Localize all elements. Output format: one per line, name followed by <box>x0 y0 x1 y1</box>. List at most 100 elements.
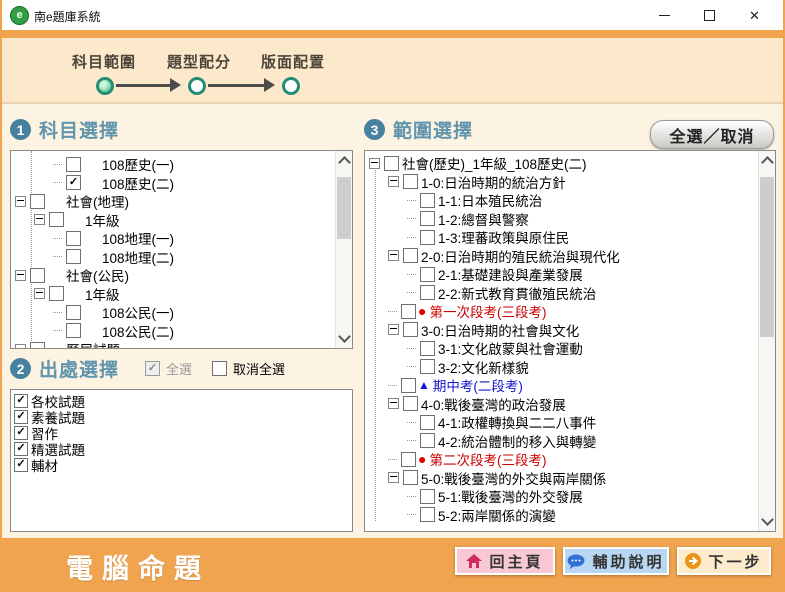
expand-minus-icon[interactable] <box>388 472 399 483</box>
node-checkbox[interactable] <box>420 359 435 374</box>
help-button[interactable]: 輔助說明 <box>563 547 669 575</box>
tree-row[interactable]: 3-1:文化啟蒙與社會運動 <box>365 339 775 358</box>
node-checkbox[interactable] <box>401 452 416 467</box>
tree-row[interactable]: 108地理(二) <box>11 248 352 267</box>
node-checkbox[interactable] <box>420 489 435 504</box>
expand-minus-icon[interactable] <box>15 344 26 349</box>
home-button[interactable]: 回主頁 <box>455 547 555 575</box>
node-checkbox[interactable] <box>420 193 435 208</box>
scrollbar-thumb[interactable] <box>337 177 351 239</box>
tree-row[interactable]: ▲期中考(二段考) <box>365 376 775 395</box>
step-circle-3[interactable] <box>282 77 300 95</box>
node-checkbox[interactable] <box>403 322 418 337</box>
node-checkbox[interactable] <box>403 470 418 485</box>
item-checkbox[interactable]: ✓ <box>14 426 28 440</box>
node-checkbox[interactable] <box>420 230 435 245</box>
tree-row[interactable]: ✓108歷史(二) <box>11 174 352 193</box>
tree-row[interactable]: 2-1:基礎建設與產業發展 <box>365 265 775 284</box>
scroll-up-icon[interactable] <box>338 156 351 169</box>
expand-minus-icon[interactable] <box>388 324 399 335</box>
tree-row[interactable]: 2-2:新式教育貫徹殖民統治 <box>365 284 775 303</box>
tree-row[interactable]: 108公民(一) <box>11 303 352 322</box>
node-checkbox[interactable] <box>403 174 418 189</box>
node-checkbox[interactable] <box>66 157 81 172</box>
deselect-all-checkbox[interactable] <box>212 361 227 376</box>
node-checkbox[interactable] <box>30 268 45 283</box>
node-checkbox[interactable] <box>420 507 435 522</box>
node-checkbox[interactable] <box>49 286 64 301</box>
tree-row[interactable]: 3-2:文化新樣貌 <box>365 358 775 377</box>
tree-row[interactable]: 2-0:日治時期的殖民統治與現代化 <box>365 247 775 266</box>
tree-row[interactable]: 1年級 <box>11 285 352 304</box>
list-item[interactable]: ✓素養試題 <box>11 409 352 425</box>
tree-row[interactable]: 3-0:日治時期的社會與文化 <box>365 321 775 340</box>
select-all-checkbox[interactable]: ✓ <box>145 361 160 376</box>
select-all-toggle-button[interactable]: 全選／取消 <box>650 120 774 149</box>
tree-row[interactable]: 社會(公民) <box>11 266 352 285</box>
list-item[interactable]: ✓輔材 <box>11 457 352 473</box>
subject-tree-scrollbar[interactable] <box>335 151 352 348</box>
expand-minus-icon[interactable] <box>388 250 399 261</box>
item-checkbox[interactable]: ✓ <box>14 442 28 456</box>
expand-minus-icon[interactable] <box>388 398 399 409</box>
tree-row[interactable]: 108歷史(一) <box>11 155 352 174</box>
expand-minus-icon[interactable] <box>34 288 45 299</box>
node-checkbox[interactable] <box>66 323 81 338</box>
tree-row[interactable]: 5-1:戰後臺灣的外交發展 <box>365 487 775 506</box>
tree-row[interactable]: 1-2:總督與警察 <box>365 210 775 229</box>
node-checkbox[interactable]: ✓ <box>66 175 81 190</box>
item-checkbox[interactable]: ✓ <box>14 458 28 472</box>
tree-row[interactable]: 歷屆試題 <box>11 340 352 349</box>
tree-row[interactable]: ●第二次段考(三段考) <box>365 450 775 469</box>
item-checkbox[interactable]: ✓ <box>14 394 28 408</box>
node-checkbox[interactable] <box>30 194 45 209</box>
tree-row[interactable]: 社會(地理) <box>11 192 352 211</box>
expand-minus-icon[interactable] <box>15 270 26 281</box>
node-checkbox[interactable] <box>420 415 435 430</box>
range-tree-scrollbar[interactable] <box>758 151 775 531</box>
tree-row[interactable]: 4-0:戰後臺灣的政治發展 <box>365 395 775 414</box>
tree-row[interactable]: ●第一次段考(三段考) <box>365 302 775 321</box>
tree-row[interactable]: 1年級 <box>11 211 352 230</box>
scrollbar-thumb[interactable] <box>760 177 774 337</box>
scroll-down-icon[interactable] <box>338 330 351 343</box>
step-circle-2[interactable] <box>188 77 206 95</box>
tree-row[interactable]: 4-1:政權轉換與二二八事件 <box>365 413 775 432</box>
expand-minus-icon[interactable] <box>15 196 26 207</box>
item-checkbox[interactable]: ✓ <box>14 410 28 424</box>
maximize-button[interactable] <box>687 0 732 30</box>
expand-minus-icon[interactable] <box>34 214 45 225</box>
node-checkbox[interactable] <box>403 396 418 411</box>
node-checkbox[interactable] <box>66 249 81 264</box>
tree-row[interactable]: 108公民(二) <box>11 322 352 341</box>
tree-row[interactable]: 5-2:兩岸關係的演變 <box>365 506 775 525</box>
step-circle-1[interactable] <box>96 77 114 95</box>
scroll-down-icon[interactable] <box>761 513 774 526</box>
node-checkbox[interactable] <box>401 304 416 319</box>
node-checkbox[interactable] <box>49 212 64 227</box>
node-checkbox[interactable] <box>420 285 435 300</box>
node-checkbox[interactable] <box>66 231 81 246</box>
tree-row[interactable]: 1-0:日治時期的統治方針 <box>365 173 775 192</box>
node-checkbox[interactable] <box>420 341 435 356</box>
next-step-button[interactable]: 下一步 <box>677 547 771 575</box>
node-checkbox[interactable] <box>66 305 81 320</box>
minimize-button[interactable] <box>642 0 687 30</box>
list-item[interactable]: ✓精選試題 <box>11 441 352 457</box>
node-checkbox[interactable] <box>401 378 416 393</box>
node-checkbox[interactable] <box>420 433 435 448</box>
tree-row[interactable]: 108地理(一) <box>11 229 352 248</box>
node-checkbox[interactable] <box>30 342 45 349</box>
tree-row[interactable]: 1-3:理蕃政策與原住民 <box>365 228 775 247</box>
node-checkbox[interactable] <box>420 267 435 282</box>
close-button[interactable]: ✕ <box>732 0 777 30</box>
scroll-up-icon[interactable] <box>761 156 774 169</box>
node-checkbox[interactable] <box>420 211 435 226</box>
node-checkbox[interactable] <box>403 248 418 263</box>
tree-row[interactable]: 1-1:日本殖民統治 <box>365 191 775 210</box>
tree-row[interactable]: 社會(歷史)_1年級_108歷史(二) <box>365 154 775 173</box>
tree-row[interactable]: 4-2:統治體制的移入與轉變 <box>365 432 775 451</box>
tree-row[interactable]: 5-0:戰後臺灣的外交與兩岸關係 <box>365 469 775 488</box>
node-checkbox[interactable] <box>384 156 399 171</box>
expand-minus-icon[interactable] <box>388 176 399 187</box>
